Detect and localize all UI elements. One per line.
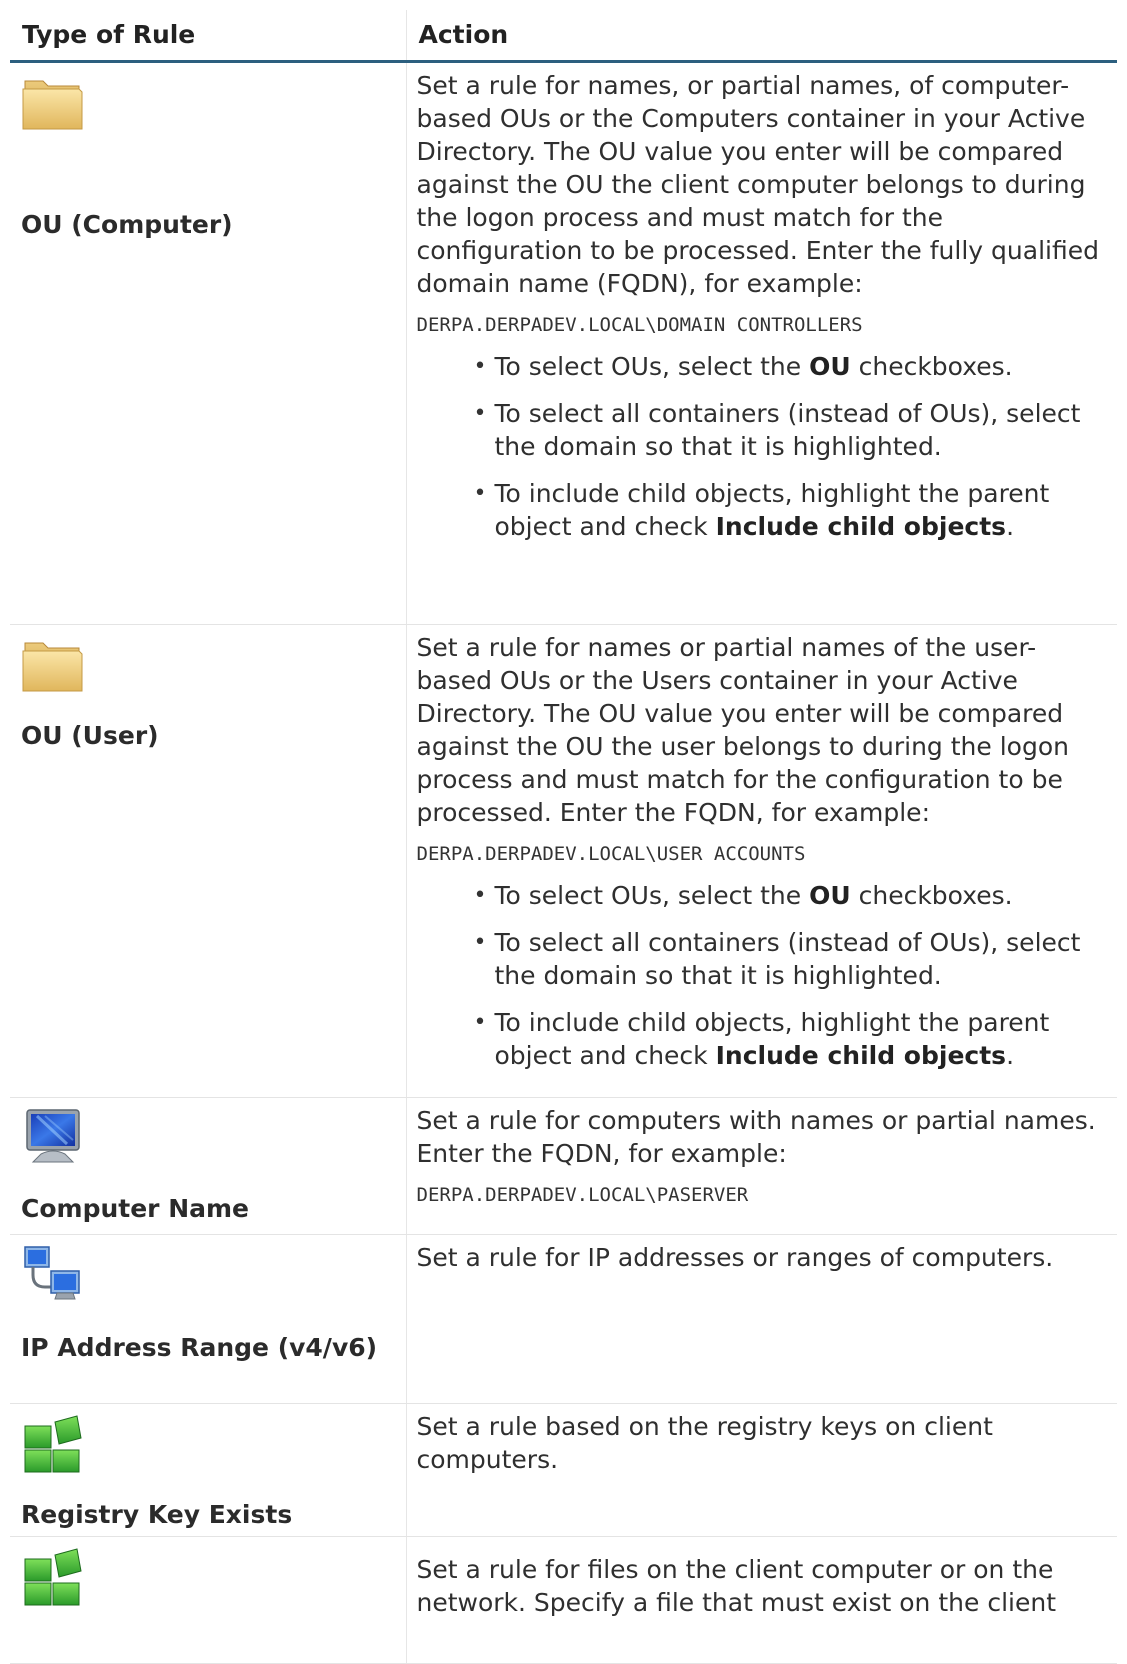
bullet-list: To select OUs, select the OU checkboxes.… — [417, 350, 1108, 543]
fqdn-example: DERPA.DERPADEV.LOCAL\DOMAIN CONTROLLERS — [416, 314, 863, 336]
rule-type-cell: OU (Computer) — [10, 61, 406, 625]
rule-description: Set a rule for files on the client compu… — [416, 1555, 1057, 1617]
table-header-row: Type of Rule Action — [10, 10, 1117, 63]
folder-icon — [22, 80, 83, 130]
table-row: Computer Name Set a rule for computers w… — [10, 1097, 1117, 1235]
fqdn-example: DERPA.DERPADEV.LOCAL\PASERVER — [416, 1184, 749, 1206]
rule-action-cell: Set a rule for computers with names or p… — [405, 1097, 1117, 1235]
registry-cubes-icon — [24, 1548, 82, 1606]
rule-description: Set a rule for IP addresses or ranges of… — [416, 1243, 1054, 1272]
rule-type-label: IP Address Range (v4/v6) — [21, 1333, 378, 1362]
rule-type-label: OU (Computer) — [21, 210, 233, 239]
table-row: Set a rule for files on the client compu… — [10, 1536, 1117, 1664]
rule-type-label: OU (User) — [21, 721, 159, 750]
list-item: To select all containers (instead of OUs… — [474, 926, 1108, 992]
table-row: IP Address Range (v4/v6) Set a rule for … — [10, 1234, 1117, 1404]
rule-description: Set a rule based on the registry keys on… — [416, 1412, 993, 1474]
monitor-icon — [26, 1109, 80, 1163]
column-header-action: Action — [405, 10, 1117, 63]
bullet-list: To select OUs, select the OU checkboxes.… — [417, 879, 1108, 1072]
folder-icon — [22, 642, 83, 692]
table-row: OU (Computer) Set a rule for names, or p… — [10, 61, 1117, 625]
rule-description: Set a rule for names or partial names of… — [416, 633, 1069, 827]
table-row: OU (User) Set a rule for names or partia… — [10, 624, 1117, 1098]
rule-type-label: Computer Name — [21, 1194, 250, 1223]
rule-action-cell: Set a rule based on the registry keys on… — [405, 1403, 1117, 1537]
fqdn-example: DERPA.DERPADEV.LOCAL\USER ACCOUNTS — [416, 843, 806, 865]
list-item: To select all containers (instead of OUs… — [474, 397, 1108, 463]
rule-description: Set a rule for computers with names or p… — [416, 1106, 1096, 1168]
list-item: To include child objects, highlight the … — [474, 1006, 1108, 1072]
rule-action-cell: Set a rule for files on the client compu… — [405, 1536, 1117, 1664]
rule-type-cell: Computer Name — [10, 1097, 406, 1235]
rule-action-cell: Set a rule for names or partial names of… — [405, 624, 1117, 1098]
rule-action-cell: Set a rule for IP addresses or ranges of… — [405, 1234, 1117, 1404]
list-item: To include child objects, highlight the … — [474, 477, 1108, 543]
rule-type-label: Registry Key Exists — [21, 1500, 293, 1529]
rules-table: Type of Rule Action OU (Computer) Set a … — [10, 10, 1117, 1664]
rule-type-cell: Registry Key Exists — [10, 1403, 406, 1537]
rule-type-cell: IP Address Range (v4/v6) — [10, 1234, 406, 1404]
network-computers-icon — [24, 1246, 80, 1300]
list-item: To select OUs, select the OU checkboxes. — [474, 879, 1108, 912]
rule-description: Set a rule for names, or partial names, … — [416, 71, 1099, 298]
rule-action-cell: Set a rule for names, or partial names, … — [405, 61, 1117, 625]
rule-type-cell: OU (User) — [10, 624, 406, 1098]
list-item: To select OUs, select the OU checkboxes. — [474, 350, 1108, 383]
table-row: Registry Key Exists Set a rule based on … — [10, 1403, 1117, 1537]
rule-type-cell — [10, 1536, 406, 1664]
column-header-type: Type of Rule — [10, 10, 406, 63]
registry-cubes-icon — [24, 1415, 82, 1473]
